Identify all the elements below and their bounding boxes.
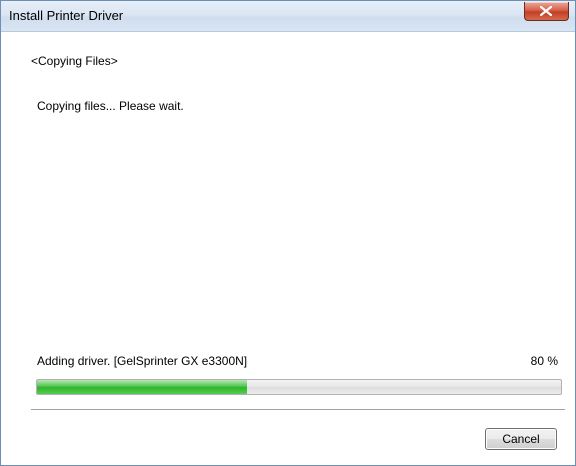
title-bar[interactable]: Install Printer Driver [1, 1, 575, 32]
dialog-body: <Copying Files> Copying files... Please … [1, 32, 575, 465]
progress-bar [36, 379, 562, 395]
window-title: Install Printer Driver [9, 8, 124, 23]
separator [31, 409, 565, 411]
status-message: Copying files... Please wait. [37, 99, 184, 113]
close-icon [540, 6, 552, 16]
section-title: <Copying Files> [31, 54, 118, 68]
install-printer-driver-dialog: Install Printer Driver <Copying Files> C… [0, 0, 576, 466]
progress-status-text: Adding driver. [GelSprinter GX e3300N] [37, 354, 248, 368]
progress-bar-fill [37, 380, 247, 394]
close-button[interactable] [524, 2, 569, 21]
progress-percent-label: 80 % [530, 354, 558, 368]
cancel-button[interactable]: Cancel [485, 428, 557, 450]
